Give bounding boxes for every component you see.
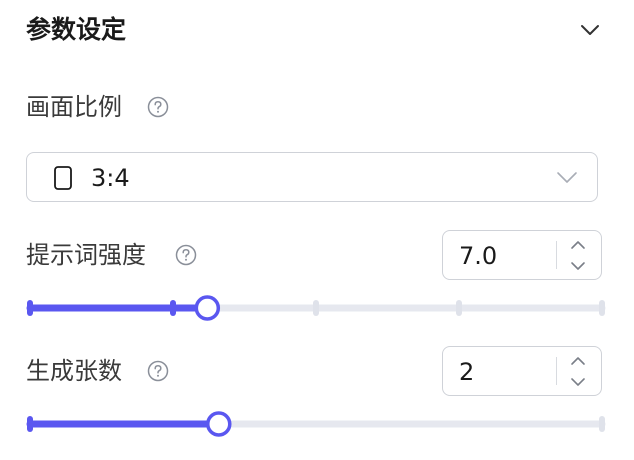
stepper-divider — [556, 241, 557, 269]
portrait-rectangle-icon — [54, 166, 72, 190]
chevron-down-icon[interactable] — [567, 257, 589, 275]
panel-title: 参数设定 — [26, 15, 127, 44]
help-circle-icon[interactable] — [147, 96, 169, 118]
chevron-up-icon[interactable] — [567, 236, 589, 254]
chevron-down-icon — [555, 165, 579, 189]
prompt-strength-slider[interactable] — [26, 293, 606, 323]
slider-mark — [27, 300, 33, 316]
aspect-ratio-select[interactable]: 3:4 — [26, 152, 598, 202]
prompt-strength-label: 提示词强度 — [26, 241, 146, 269]
stepper-divider — [556, 357, 557, 385]
image-count-slider[interactable] — [26, 409, 606, 439]
prompt-strength-input[interactable] — [459, 239, 549, 273]
slider-mark — [599, 300, 605, 316]
slider-thumb[interactable] — [194, 295, 221, 321]
chevron-down-icon[interactable] — [578, 18, 602, 42]
help-circle-icon[interactable] — [147, 360, 169, 382]
help-circle-icon[interactable] — [175, 244, 197, 266]
aspect-ratio-value: 3:4 — [91, 164, 130, 192]
chevron-down-icon[interactable] — [567, 373, 589, 391]
chevron-up-icon[interactable] — [567, 352, 589, 370]
slider-mark — [313, 300, 319, 316]
image-count-input[interactable] — [459, 355, 549, 389]
prompt-strength-stepper[interactable] — [442, 230, 602, 280]
slider-mark — [599, 416, 605, 432]
slider-mark — [456, 300, 462, 316]
slider-mark — [27, 416, 33, 432]
image-count-label: 生成张数 — [26, 357, 122, 385]
aspect-ratio-label: 画面比例 — [26, 93, 122, 121]
slider-mark — [170, 300, 176, 316]
image-count-stepper[interactable] — [442, 346, 602, 396]
slider-thumb[interactable] — [206, 411, 232, 437]
